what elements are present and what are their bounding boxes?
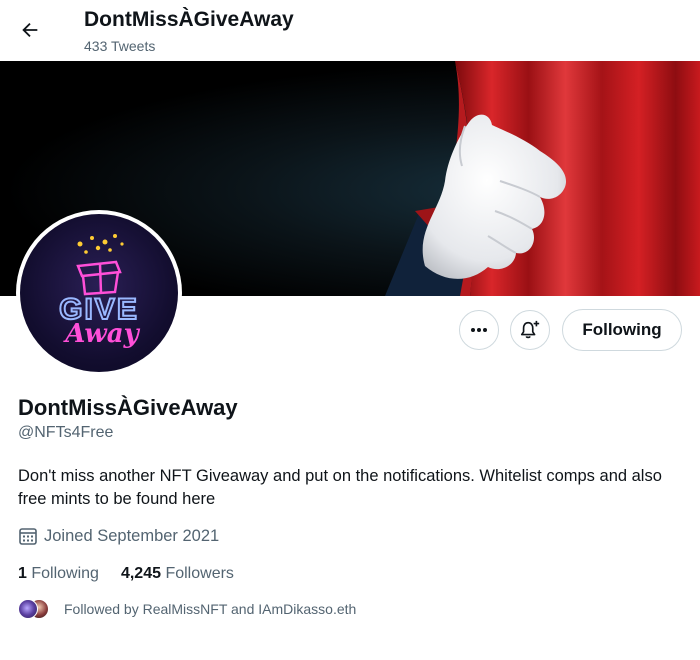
bell-plus-icon [520, 320, 540, 339]
more-dots-icon [471, 328, 487, 332]
avatar-text-away: Away [62, 319, 140, 349]
followed-by-text: Followed by RealMissNFT and IAmDikasso.e… [64, 601, 357, 617]
followers-count: 4,245 [120, 565, 161, 582]
more-button[interactable] [459, 310, 499, 350]
follow-stats: 1 Following 4,245 Followers [18, 565, 234, 583]
joined-text: Joined September 2021 [44, 526, 220, 545]
profile-handle: @NFTs4Free [18, 424, 114, 441]
followed-by[interactable]: Followed by RealMissNFT and IAmDikasso.e… [18, 599, 356, 619]
following-button[interactable]: Following [562, 309, 682, 351]
giveaway-logo: GIVE Away [58, 234, 141, 349]
profile-bio: Don't miss another NFT Giveaway and put … [18, 467, 662, 508]
following-count: 1 [18, 565, 27, 582]
arrow-left-icon [22, 22, 38, 38]
avatar-image: GIVE Away [20, 214, 178, 372]
joined-date: Joined September 2021 [18, 526, 219, 546]
notifications-button[interactable] [510, 310, 550, 350]
header-title: DontMissÀGiveAway [84, 8, 294, 31]
calendar-icon [19, 528, 37, 545]
profile-header-bar: DontMissÀGiveAway 433 Tweets [0, 0, 700, 61]
following-count-link[interactable]: 1 Following [18, 565, 99, 583]
mutual-avatars [18, 599, 52, 619]
followers-label: Followers [165, 565, 234, 582]
profile-name: DontMissÀGiveAway [18, 395, 238, 420]
tweet-count: 433 Tweets [84, 38, 156, 54]
mutual-avatar [18, 599, 38, 619]
back-button[interactable] [12, 12, 48, 48]
followers-count-link[interactable]: 4,245 Followers [121, 565, 234, 583]
profile-avatar[interactable]: GIVE Away [16, 210, 182, 376]
following-label: Following [31, 565, 99, 582]
